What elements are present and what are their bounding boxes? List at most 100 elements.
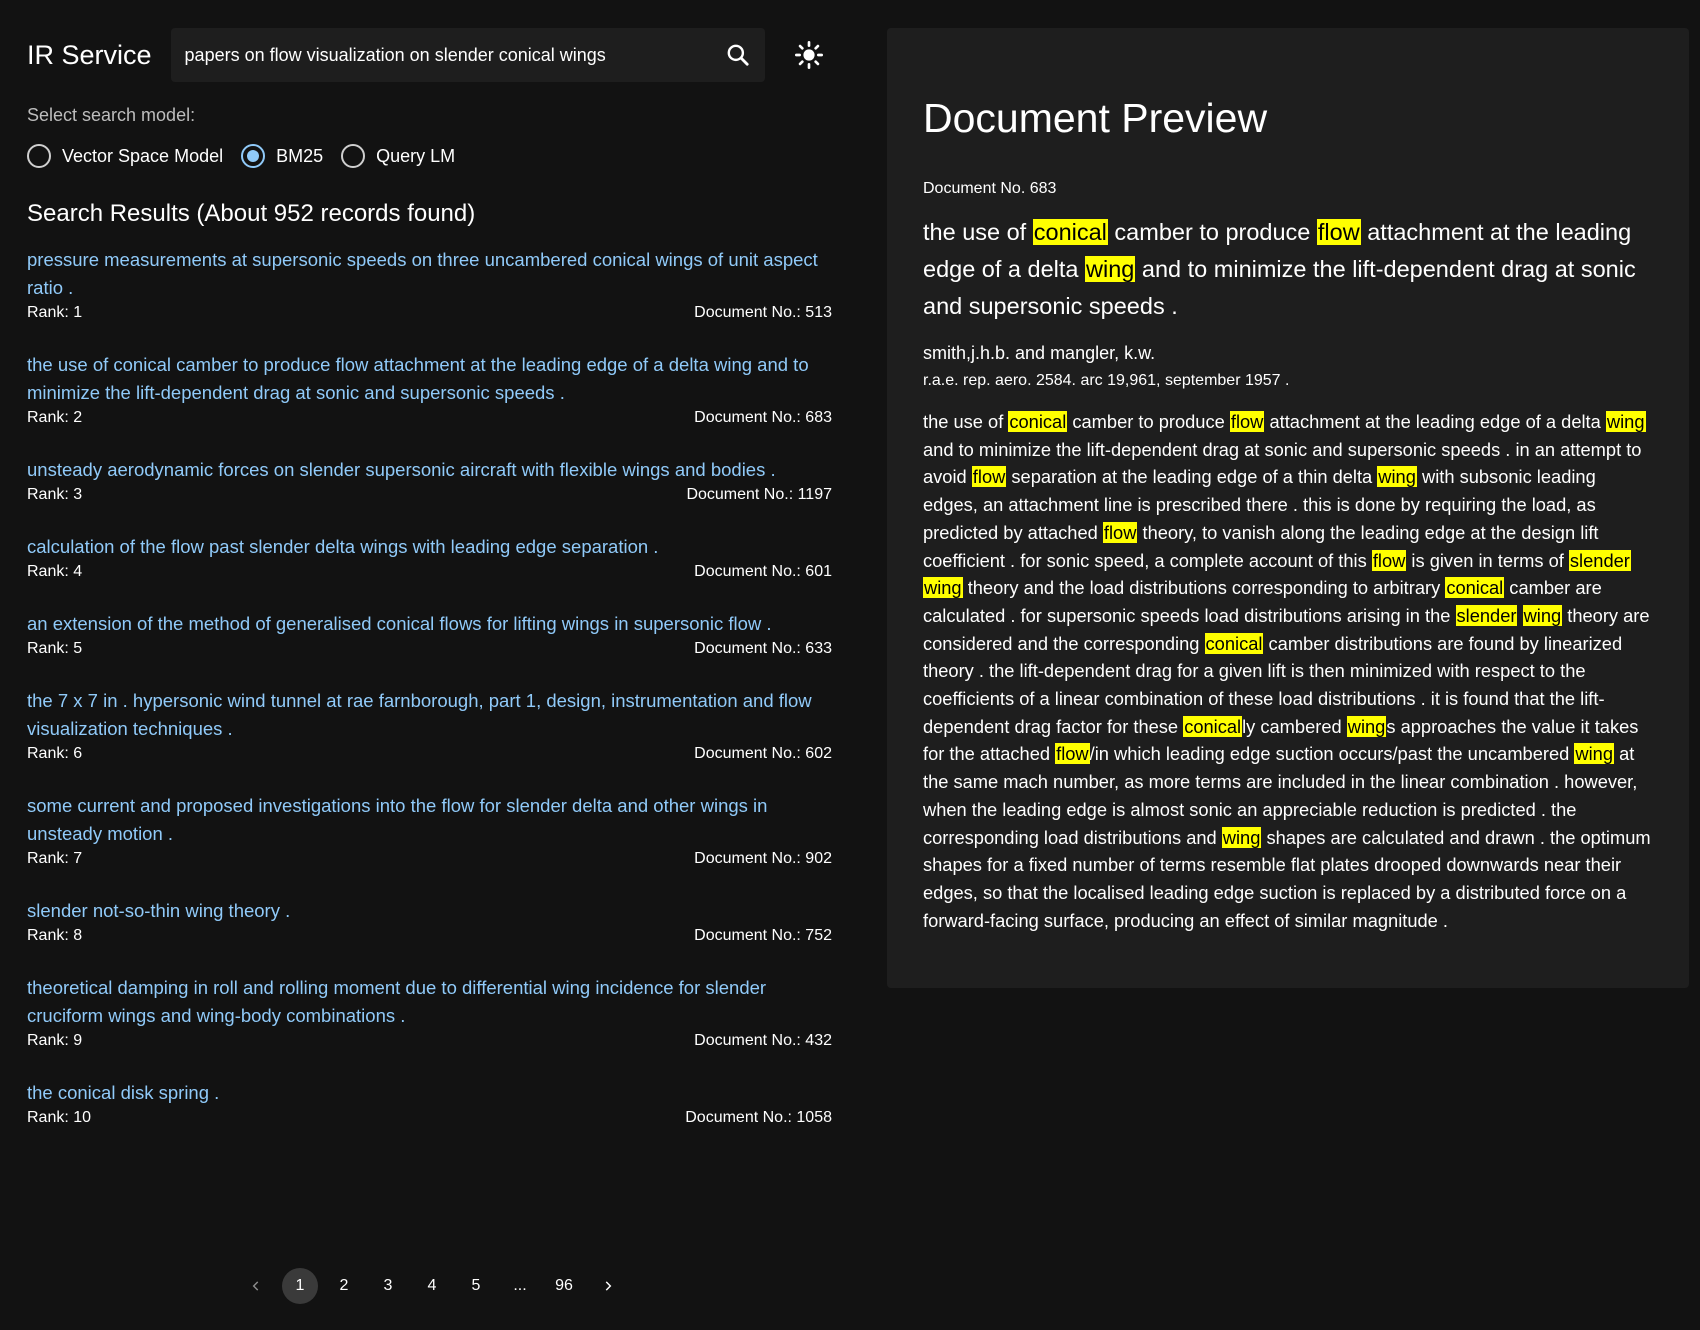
highlighted-term: flow — [1316, 219, 1361, 245]
result-item: theoretical damping in roll and rolling … — [27, 974, 832, 1052]
highlighted-term: wing — [923, 577, 963, 599]
highlighted-term: conical — [1445, 577, 1505, 599]
pagination-next-button[interactable] — [590, 1268, 626, 1304]
result-rank: Rank: 8 — [27, 927, 83, 944]
radio-vector-space-model[interactable]: Vector Space Model — [27, 144, 223, 168]
preview-doc-heading: the use of conical camber to produce flo… — [923, 219, 1636, 319]
preview-doc-number: Document No. 683 — [923, 180, 1057, 197]
radio-label: Query LM — [376, 145, 456, 166]
radio-unchecked-icon[interactable] — [27, 144, 51, 168]
result-doc-number: Document No.: 602 — [694, 745, 832, 762]
document-preview-panel: Document Preview Document No. 683 the us… — [887, 28, 1689, 988]
highlighted-term: wing — [1574, 743, 1614, 765]
result-item: calculation of the flow past slender del… — [27, 533, 832, 583]
result-title-link[interactable]: unsteady aerodynamic forces on slender s… — [27, 456, 832, 484]
highlighted-term: flow — [971, 466, 1007, 488]
result-item: the 7 x 7 in . hypersonic wind tunnel at… — [27, 687, 832, 765]
top-bar: IR Service — [27, 27, 832, 83]
radio-unchecked-icon[interactable] — [341, 144, 366, 168]
result-rank: Rank: 7 — [27, 850, 83, 867]
highlighted-term: wing — [1522, 604, 1563, 626]
result-title-link[interactable]: the 7 x 7 in . hypersonic wind tunnel at… — [27, 687, 832, 743]
preview-doc-citation: r.a.e. rep. aero. 2584. arc 19,961, sept… — [923, 372, 1290, 389]
result-title-link[interactable]: some current and proposed investigations… — [27, 792, 832, 848]
result-item: the use of conical camber to produce flo… — [27, 351, 832, 429]
app-title: IR Service — [27, 39, 152, 70]
highlighted-term: slender — [1455, 604, 1518, 626]
radio-label: Vector Space Model — [62, 145, 224, 166]
pagination-ellipsis: ... — [513, 1277, 527, 1294]
highlighted-term: slender — [1568, 549, 1631, 571]
result-rank: Rank: 2 — [27, 409, 83, 426]
result-doc-number: Document No.: 1197 — [686, 486, 832, 503]
highlighted-term: wing — [1346, 715, 1387, 737]
result-doc-number: Document No.: 513 — [694, 304, 832, 321]
result-item: some current and proposed investigations… — [27, 792, 832, 870]
result-doc-number: Document No.: 633 — [694, 640, 832, 657]
search-box[interactable] — [170, 28, 765, 82]
highlighted-term: wing — [1605, 411, 1646, 432]
highlighted-term: conical — [1008, 411, 1068, 432]
result-title-link[interactable]: slender not-so-thin wing theory . — [27, 897, 832, 925]
preview-doc-authors: smith,j.h.b. and mangler, k.w. — [923, 343, 1156, 363]
result-doc-number: Document No.: 432 — [694, 1032, 832, 1049]
theme-toggle-sun-icon[interactable] — [793, 39, 825, 71]
page-button-1[interactable]: 1 — [282, 1268, 318, 1304]
highlighted-term: flow — [1055, 743, 1090, 765]
chevron-right-icon — [605, 1281, 612, 1291]
result-item: an extension of the method of generalise… — [27, 610, 832, 660]
result-doc-number: Document No.: 601 — [694, 563, 832, 580]
radio-label: BM25 — [276, 145, 324, 166]
radio-bm25[interactable]: BM25 — [241, 144, 323, 168]
highlighted-term: conical — [1183, 715, 1243, 737]
highlighted-term: flow — [1102, 521, 1138, 543]
result-item: unsteady aerodynamic forces on slender s… — [27, 456, 832, 506]
search-input[interactable] — [184, 44, 705, 66]
result-doc-number: Document No.: 902 — [694, 850, 832, 867]
result-item: slender not-so-thin wing theory . Rank: … — [27, 897, 832, 947]
result-rank: Rank: 9 — [27, 1032, 83, 1049]
highlighted-term: wing — [1085, 256, 1136, 282]
result-rank: Rank: 4 — [27, 563, 83, 580]
highlighted-term: wing — [1377, 466, 1417, 488]
result-rank: Rank: 10 — [27, 1109, 92, 1126]
chevron-left-icon — [252, 1281, 259, 1291]
search-icon[interactable] — [725, 42, 751, 68]
page-button-96[interactable]: 96 — [546, 1268, 582, 1304]
search-panel: IR Service Select search model: — [27, 27, 832, 1156]
result-rank: Rank: 3 — [27, 486, 83, 503]
pagination-prev-button[interactable] — [238, 1268, 274, 1304]
highlighted-term: conical — [1204, 632, 1264, 654]
radio-checked-icon[interactable] — [241, 144, 266, 168]
preview-doc-body: the use of conical camber to produce flo… — [923, 411, 1651, 931]
result-doc-number: Document No.: 683 — [694, 409, 832, 426]
search-model-label: Select search model: — [27, 105, 196, 125]
result-title-link[interactable]: the use of conical camber to produce flo… — [27, 351, 832, 407]
result-title-link[interactable]: pressure measurements at supersonic spee… — [27, 246, 832, 302]
result-title-link[interactable]: an extension of the method of generalise… — [27, 610, 832, 638]
result-title-link[interactable]: the conical disk spring . — [27, 1079, 832, 1107]
search-model-radio-group: Vector Space Model BM25 Query LM — [27, 139, 832, 173]
highlighted-term: flow — [1371, 549, 1407, 571]
result-title-link[interactable]: calculation of the flow past slender del… — [27, 533, 832, 561]
result-rank: Rank: 1 — [27, 304, 83, 321]
highlighted-term: flow — [1229, 411, 1265, 432]
result-doc-number: Document No.: 1058 — [685, 1109, 832, 1126]
highlighted-term: wing — [1221, 826, 1262, 848]
result-rank: Rank: 5 — [27, 640, 83, 657]
preview-title: Document Preview — [923, 95, 1268, 141]
page-button-5[interactable]: 5 — [458, 1268, 494, 1304]
results-heading: Search Results (About 952 records found) — [27, 200, 476, 227]
page-button-4[interactable]: 4 — [414, 1268, 450, 1304]
result-doc-number: Document No.: 752 — [694, 927, 832, 944]
page-button-3[interactable]: 3 — [370, 1268, 406, 1304]
results-list: pressure measurements at supersonic spee… — [27, 246, 832, 1129]
highlighted-term: conical — [1032, 219, 1108, 245]
result-item: pressure measurements at supersonic spee… — [27, 246, 832, 324]
radio-query-lm[interactable]: Query LM — [341, 144, 455, 168]
page-button-2[interactable]: 2 — [326, 1268, 362, 1304]
result-item: the conical disk spring . Rank: 10 Docume… — [27, 1079, 832, 1129]
pagination: 1 2 3 4 5 ... 96 — [238, 1268, 634, 1304]
result-rank: Rank: 6 — [27, 745, 83, 762]
result-title-link[interactable]: theoretical damping in roll and rolling … — [27, 974, 832, 1030]
